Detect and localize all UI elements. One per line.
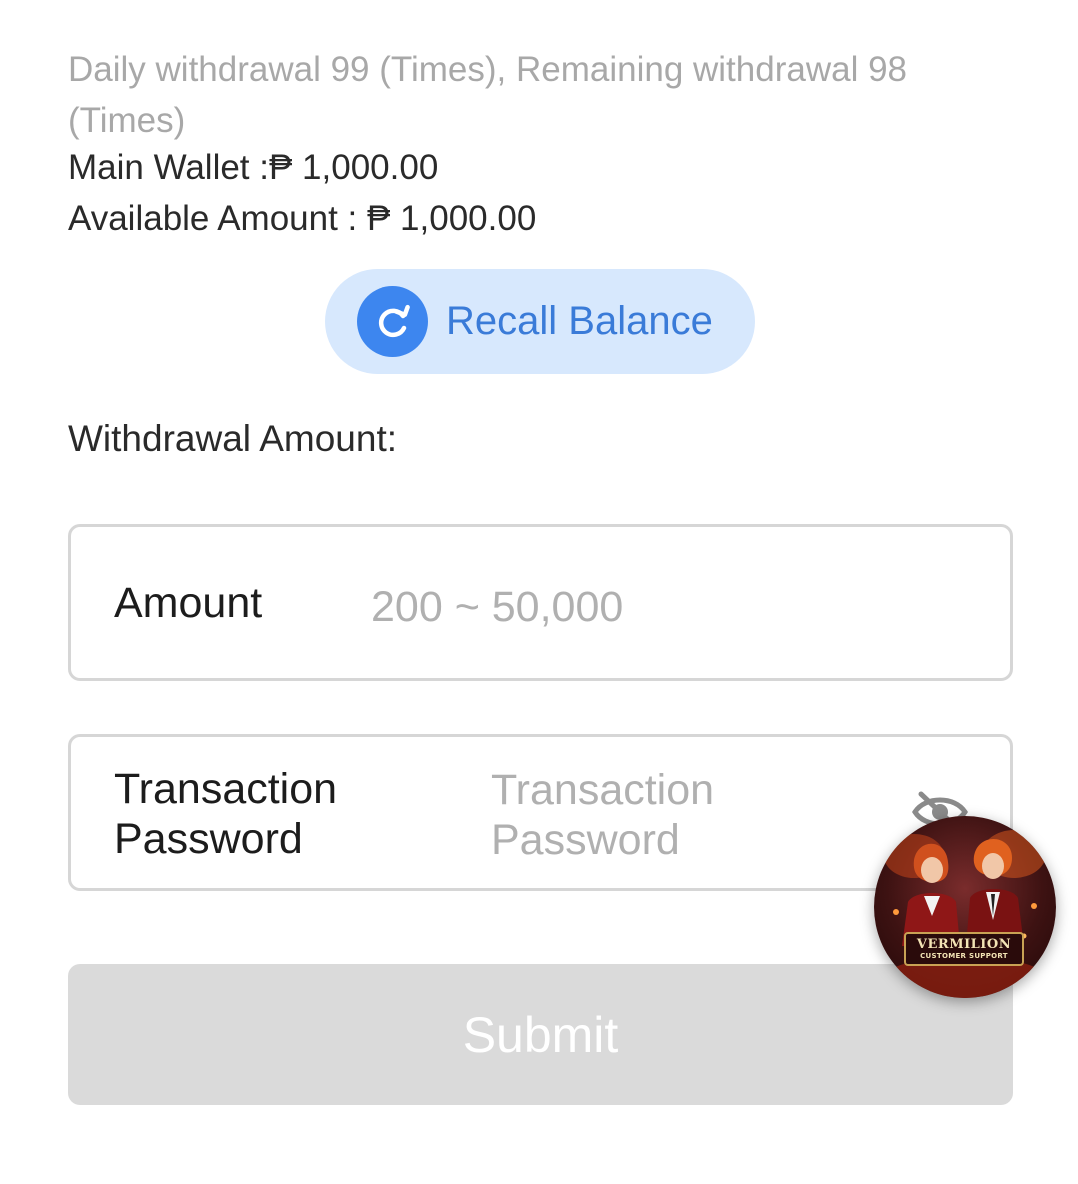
withdrawal-limit-info: Daily withdrawal 99 (Times), Remaining w…: [68, 50, 908, 140]
available-amount: Available Amount : ₱ 1,000.00: [68, 199, 537, 238]
main-wallet-balance: Main Wallet :₱ 1,000.00: [68, 148, 439, 187]
refresh-icon: [357, 286, 428, 357]
withdrawal-page: Daily withdrawal 99 (Times), Remaining w…: [0, 0, 1078, 1184]
customer-support-avatar[interactable]: VERMILION CUSTOMER SUPPORT: [874, 816, 1056, 998]
recall-balance-button[interactable]: Recall Balance: [325, 269, 755, 374]
support-badge-banner: VERMILION CUSTOMER SUPPORT: [904, 932, 1024, 966]
support-badge-subtitle: CUSTOMER SUPPORT: [920, 951, 1008, 960]
transaction-password-label: Transaction Password: [114, 765, 338, 863]
amount-input[interactable]: [371, 577, 971, 637]
amount-field: Amount: [68, 524, 1013, 681]
recall-balance-label: Recall Balance: [446, 299, 713, 343]
withdrawal-amount-heading: Withdrawal Amount:: [68, 418, 398, 459]
support-badge-title: VERMILION: [916, 936, 1012, 952]
support-avatar-illustration: [875, 830, 1055, 998]
amount-label: Amount: [114, 579, 263, 627]
transaction-password-input[interactable]: [491, 765, 821, 869]
transaction-password-field: Transaction Password: [68, 734, 1013, 891]
submit-button[interactable]: Submit: [68, 964, 1013, 1105]
